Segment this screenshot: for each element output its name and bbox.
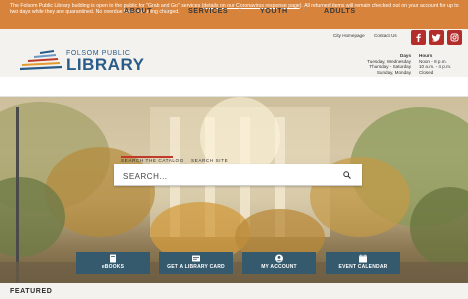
ebook-icon [110, 254, 116, 263]
alert-banner: The Folsom Public Library building is op… [0, 0, 468, 29]
nav-services[interactable]: SERVICES [188, 6, 228, 15]
ebooks-label: eBOOKS [101, 264, 125, 270]
alert-text-start: The Folsom Public Library building is op… [10, 3, 204, 9]
library-card-icon [192, 255, 200, 262]
my-account-label: MY ACCOUNT [261, 264, 297, 270]
hours-heading: Hours [419, 53, 433, 58]
nav-adults[interactable]: ADULTS [324, 6, 356, 15]
my-account-button[interactable]: MY ACCOUNT [242, 252, 316, 274]
ebooks-button[interactable]: eBOOKS [76, 252, 150, 274]
contact-us-link[interactable]: Contact Us [374, 33, 397, 38]
days-row-3: Sunday, Monday [376, 69, 411, 75]
tab-search-catalog[interactable]: SEARCH THE CATALOG [121, 158, 184, 163]
featured-section [0, 283, 468, 299]
city-homepage-link[interactable]: City Homepage [333, 33, 365, 38]
logo-big-text: LIBRARY [66, 55, 145, 74]
event-calendar-label: EVENT CALENDAR [338, 264, 388, 270]
hours-times-column: Hours Noon - 8 p.m. 10 a.m. - 4 p.m. Clo… [419, 53, 451, 75]
facebook-icon[interactable] [411, 30, 426, 45]
featured-heading: FEATURED [10, 288, 53, 295]
days-heading: Days [400, 53, 411, 58]
instagram-icon[interactable] [447, 30, 462, 45]
hours-row-2: 10 a.m. - 4 p.m. [419, 64, 452, 70]
days-row-2: Thursday - Saturday [369, 64, 411, 70]
nav-separator: | [166, 6, 168, 13]
nav-about[interactable]: ABOUT [124, 6, 152, 15]
twitter-icon[interactable] [429, 30, 444, 45]
hours-row-3: Closed [419, 69, 434, 75]
main-nav [0, 77, 468, 97]
hours-days-column: Days Tuesday, Wednesday Thursday - Satur… [367, 53, 411, 75]
calendar-icon [359, 254, 367, 263]
get-library-card-button[interactable]: GET A LIBRARY CARD [159, 252, 233, 274]
nav-youth[interactable]: YOUTH [260, 6, 288, 15]
tab-search-site[interactable]: SEARCH SITE [191, 158, 228, 163]
account-icon [275, 254, 283, 263]
nav-separator: | [239, 6, 241, 13]
search-icon[interactable] [343, 171, 351, 179]
get-library-card-label: GET A LIBRARY CARD [167, 264, 225, 270]
nav-separator: | [303, 6, 305, 13]
event-calendar-button[interactable]: EVENT CALENDAR [326, 252, 400, 274]
search-placeholder: SEARCH... [123, 172, 168, 181]
